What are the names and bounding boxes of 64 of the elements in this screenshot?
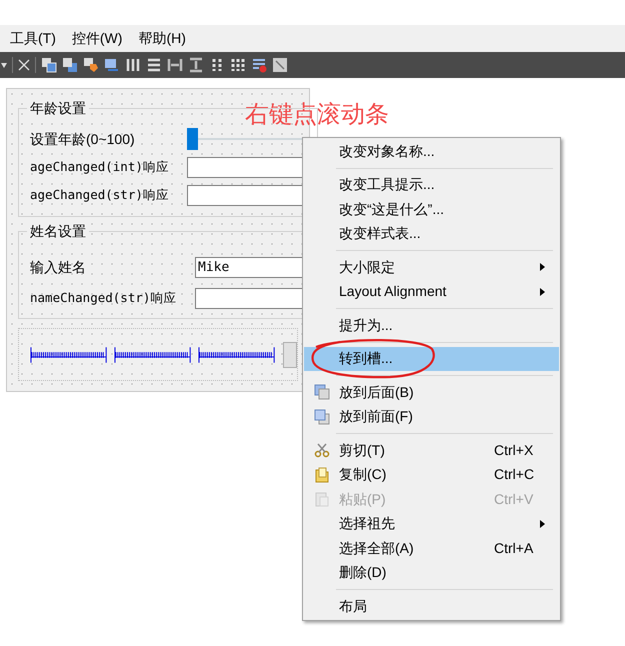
menu-item[interactable]: 改变工具提示...	[304, 172, 559, 197]
menu-item-label: 改变“这是什么”...	[339, 200, 445, 219]
menu-item-label: 选择祖先	[339, 514, 396, 534]
menu-item[interactable]: 提升为...	[304, 313, 559, 338]
menu-item-label: 选择全部(A)	[339, 538, 415, 558]
rows-icon[interactable]	[146, 57, 162, 73]
menu-item-label: 大小限定	[339, 258, 396, 277]
menu-item[interactable]: 放到前面(F)	[304, 404, 559, 429]
columns-icon[interactable]	[125, 57, 141, 73]
send-back-icon[interactable]	[62, 57, 78, 73]
menu-item[interactable]: 选择全部(A) Ctrl+A	[304, 536, 559, 560]
folder-icon	[314, 466, 330, 483]
field-label: 输入姓名	[30, 258, 87, 277]
slider-handle[interactable]	[187, 128, 198, 150]
menu-item[interactable]: 改变对象名称...	[304, 139, 559, 164]
menu-item-label: 转到槽...	[339, 349, 394, 368]
menu-item-label: 改变对象名称...	[339, 142, 436, 161]
split-horizontal-icon[interactable]	[167, 57, 183, 73]
menu-item[interactable]: 转到槽...	[304, 346, 559, 371]
menu-item-label: 删除(D)	[339, 563, 388, 582]
field-label: 设置年龄(0~100)	[30, 130, 136, 149]
menu-item[interactable]: 工具(T)	[10, 28, 56, 49]
adjust-size-icon[interactable]	[272, 57, 288, 73]
menu-item[interactable]: 选择祖先	[304, 512, 559, 536]
send-back-icon	[314, 384, 330, 400]
menu-item-label: 改变工具提示...	[339, 175, 436, 194]
close-icon[interactable]	[18, 59, 30, 71]
menu-item[interactable]: 剪切(T) Ctrl+X	[304, 438, 559, 462]
menu-item-label: Layout Alignment	[339, 282, 448, 302]
field-label: nameChanged(str)响应	[30, 289, 178, 308]
spacer-spring-icon	[114, 346, 192, 364]
menu-item-label: 放到前面(F)	[339, 407, 414, 426]
menu-item[interactable]: 改变样式表...	[304, 222, 559, 246]
scissors-icon	[314, 442, 330, 458]
field-label: ageChanged(str)响应	[30, 186, 170, 204]
shortcut-text: Ctrl+A	[494, 538, 534, 558]
menu-item-label: 改变样式表...	[339, 224, 422, 244]
menu-item-label: 粘贴(P)	[339, 490, 387, 509]
grid-icon[interactable]	[230, 57, 246, 73]
spacer-spring-icon	[198, 346, 276, 364]
bring-front-icon[interactable]	[41, 57, 57, 73]
bring-front-icon	[314, 408, 330, 425]
menu-item[interactable]: 帮助(H)	[138, 28, 186, 49]
split-vertical-icon[interactable]	[188, 57, 204, 73]
menu-item[interactable]: 布局	[304, 594, 559, 618]
break-layout-icon[interactable]	[251, 57, 267, 73]
spacer-spring-icon	[30, 346, 108, 364]
menu-item[interactable]: 改变“这是什么”...	[304, 197, 559, 222]
shortcut-text: Ctrl+C	[494, 465, 534, 484]
dropdown-icon[interactable]	[1, 62, 7, 68]
menu-item-label: 剪切(T)	[339, 440, 386, 460]
menu-item-label: 提升为...	[339, 316, 394, 335]
menu-item[interactable]: 复制(C) Ctrl+C	[304, 462, 559, 487]
shortcut-text: Ctrl+V	[494, 490, 534, 509]
shortcut-text: Ctrl+X	[494, 440, 534, 460]
menu-item-label: 放到后面(B)	[339, 382, 415, 402]
menu-item[interactable]: 控件(W)	[72, 28, 122, 49]
menu-item-label: 复制(C)	[339, 465, 388, 484]
group-title: 姓名设置	[27, 221, 89, 241]
field-label: ageChanged(int)响应	[30, 158, 170, 176]
menu-item-label: 布局	[339, 596, 368, 616]
menu-item[interactable]: 放到后面(B)	[304, 380, 559, 404]
menu-item[interactable]: Layout Alignment	[304, 280, 559, 304]
menu-item[interactable]: 删除(D)	[304, 560, 559, 585]
